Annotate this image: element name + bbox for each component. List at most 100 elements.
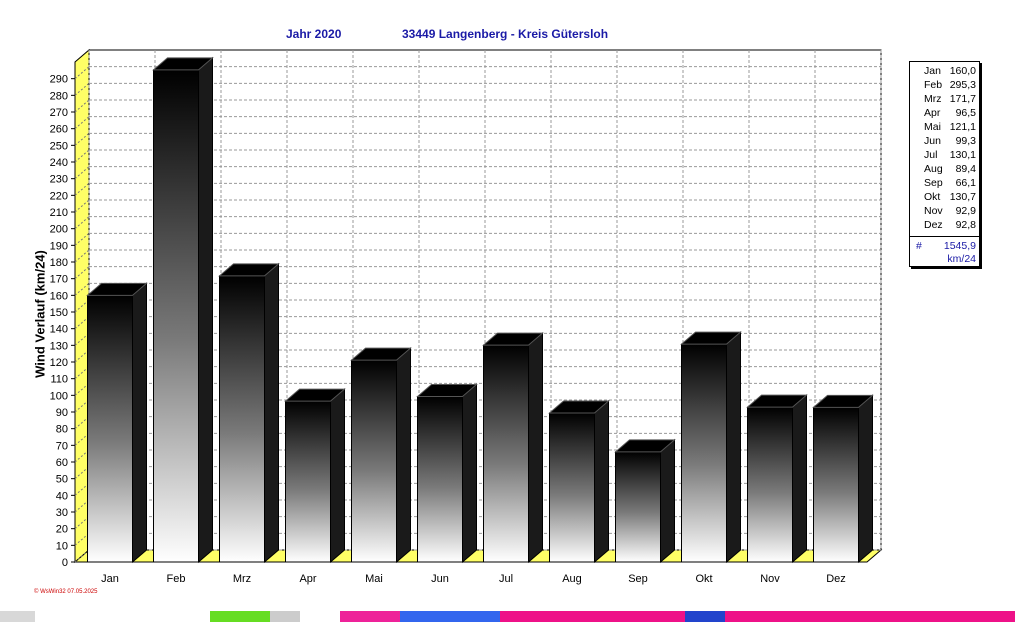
legend-value: 160,0 — [949, 65, 976, 77]
legend-item-mrz: Mrz 171,7 — [910, 92, 979, 106]
bar-jun — [416, 383, 478, 564]
legend-item-jul: Jul 130,1 — [910, 148, 979, 162]
bar-apr — [284, 388, 346, 564]
bar-side — [660, 438, 675, 564]
bar-front — [153, 69, 199, 563]
x-tick-label: Okt — [695, 573, 712, 585]
bar-sep — [614, 438, 676, 564]
legend-value: 92,9 — [955, 205, 976, 217]
legend-item-aug: Aug 89,4 — [910, 162, 979, 176]
bar-chart: 0 10 20 30 40 50 60 70 80 90 100 110 120 130 140 150 160… — [50, 48, 883, 585]
y-tick-label: 210 — [50, 207, 68, 219]
y-tick-label: 30 — [56, 507, 68, 519]
legend-month: Feb — [924, 79, 943, 91]
x-tick-label: Dez — [826, 573, 846, 585]
x-tick-label: Apr — [299, 573, 316, 585]
bar-aug — [548, 399, 610, 564]
x-tick-label: Jan — [101, 573, 119, 585]
y-tick-label: 190 — [50, 240, 68, 252]
legend-month: Mrz — [924, 93, 942, 105]
y-tick-label: 140 — [50, 324, 68, 336]
bar-mrz — [218, 262, 280, 564]
y-tick-label: 60 — [56, 457, 68, 469]
x-tick-label: Jul — [499, 573, 513, 585]
y-tick-label: 80 — [56, 424, 68, 436]
bar-side — [726, 331, 741, 564]
legend-item-mai: Mai 121,1 — [910, 120, 979, 134]
legend-value: 89,4 — [955, 163, 976, 175]
legend-total-value: 1545,9 — [943, 240, 976, 252]
legend-item-dez: Dez 92,8 — [910, 218, 979, 232]
x-axis-ticks: Jan Feb Mrz Apr Mai Jun Jul Aug Sep Okt Nov Dez — [101, 573, 846, 585]
bar-side — [132, 282, 147, 564]
bar-jan — [86, 282, 148, 564]
bar-front — [813, 406, 859, 563]
legend-value: 121,1 — [949, 121, 976, 133]
bar-side — [462, 383, 477, 564]
legend-total-symbol: # — [916, 240, 922, 252]
y-tick-label: 260 — [50, 124, 68, 136]
bar-side — [198, 56, 213, 564]
y-tick-label: 200 — [50, 224, 68, 236]
y-tick-label: 290 — [50, 74, 68, 86]
legend-month: Dez — [924, 219, 943, 231]
bar-front — [747, 406, 793, 563]
legend-value: 96,5 — [955, 107, 976, 119]
y-tick-label: 90 — [56, 407, 68, 419]
bar-okt — [680, 331, 742, 564]
y-tick-label: 280 — [50, 90, 68, 102]
y-tick-label: 150 — [50, 307, 68, 319]
bar-jul — [482, 332, 544, 564]
legend-separator — [910, 236, 979, 237]
y-tick-label: 160 — [50, 290, 68, 302]
y-tick-label: 270 — [50, 107, 68, 119]
legend-item-sep: Sep 66,1 — [910, 176, 979, 190]
legend-item-jun: Jun 99,3 — [910, 134, 979, 148]
x-tick-label: Jun — [431, 573, 449, 585]
bar-front — [681, 343, 727, 563]
y-tick-label: 100 — [50, 390, 68, 402]
legend-value: 295,3 — [949, 79, 976, 91]
legend-value: 130,7 — [949, 191, 976, 203]
legend-value: 130,1 — [949, 149, 976, 161]
legend-item-apr: Apr 96,5 — [910, 106, 979, 120]
legend-item-jan: Jan 160,0 — [910, 64, 979, 78]
y-tick-label: 10 — [56, 540, 68, 552]
bar-front — [219, 275, 265, 563]
legend-item-nov: Nov 92,9 — [910, 204, 979, 218]
bar-side — [528, 332, 543, 564]
legend-month: Jun — [924, 135, 941, 147]
bar-feb — [152, 56, 214, 564]
legend-value: 66,1 — [955, 177, 976, 189]
y-tick-label: 70 — [56, 440, 68, 452]
legend-month: Nov — [924, 205, 943, 217]
legend-value: 92,8 — [955, 219, 976, 231]
bar-dez — [812, 394, 874, 564]
y-tick-label: 50 — [56, 474, 68, 486]
legend-value: 171,7 — [949, 93, 976, 105]
bar-front — [351, 359, 397, 563]
y-axis-ticks: 0 10 20 30 40 50 60 70 80 90 100 110 120 130 140 150 160… — [50, 74, 75, 569]
y-tick-label: 0 — [62, 557, 68, 569]
legend-unit: km/24 — [947, 253, 976, 265]
y-tick-label: 250 — [50, 140, 68, 152]
y-tick-label: 110 — [50, 374, 68, 386]
y-tick-label: 170 — [50, 274, 68, 286]
x-tick-label: Aug — [562, 573, 582, 585]
legend-month: Jul — [924, 149, 938, 161]
bar-side — [792, 394, 807, 564]
x-tick-label: Mrz — [233, 573, 251, 585]
bar-front — [417, 396, 463, 563]
x-tick-label: Feb — [167, 573, 186, 585]
background-window-strip — [0, 611, 1015, 622]
y-tick-label: 230 — [50, 174, 68, 186]
y-tick-label: 20 — [56, 524, 68, 536]
y-tick-label: 240 — [50, 157, 68, 169]
y-tick-label: 40 — [56, 490, 68, 502]
legend-item-feb: Feb 295,3 — [910, 78, 979, 92]
bar-side — [858, 394, 873, 564]
bar-front — [483, 344, 529, 563]
bar-nov — [746, 394, 808, 564]
bar-side — [264, 262, 279, 564]
legend-box: Jan 160,0 Feb 295,3 Mrz 171,7 Apr 96,5 Mai 121,1 J… — [909, 61, 980, 267]
